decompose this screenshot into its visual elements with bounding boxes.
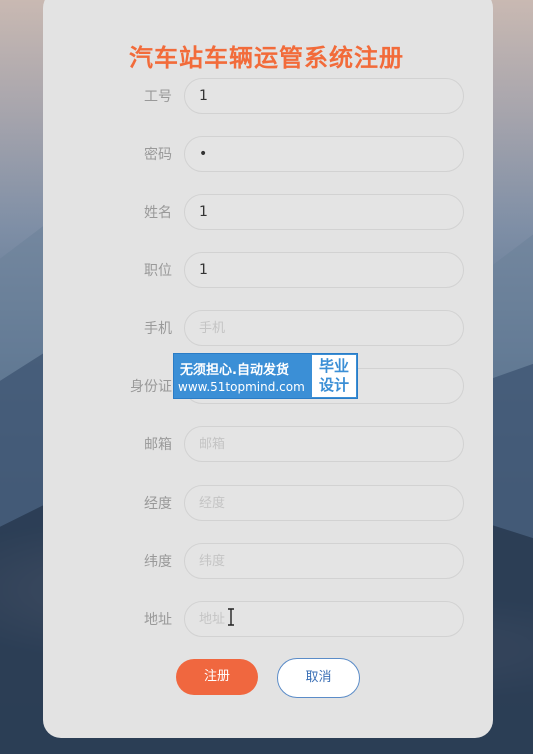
field-row-name: 姓名 [0, 194, 533, 232]
register-button[interactable]: 注册 [176, 659, 258, 695]
name-label: 姓名 [144, 205, 172, 221]
page-title: 汽车站车辆运管系统注册 [129, 44, 404, 72]
longitude-label: 经度 [144, 496, 172, 512]
job-number-input[interactable] [184, 78, 464, 114]
longitude-input[interactable] [184, 485, 464, 521]
field-row-password: 密码 [0, 136, 533, 174]
position-label: 职位 [144, 263, 172, 279]
job-number-label: 工号 [144, 89, 172, 105]
position-input[interactable] [184, 252, 464, 288]
field-row-email: 邮箱 [0, 426, 533, 464]
field-row-address: 地址 [0, 601, 533, 639]
cancel-button[interactable]: 取消 [277, 658, 360, 698]
field-row-job-number: 工号 [0, 78, 533, 116]
field-row-latitude: 纬度 [0, 543, 533, 581]
field-row-phone: 手机 [0, 310, 533, 348]
phone-input[interactable] [184, 310, 464, 346]
watermark-badge-bottom: 设计 [318, 376, 349, 394]
watermark-slogan: 无须担心.自动发货 [180, 363, 289, 378]
password-label: 密码 [144, 147, 172, 163]
watermark-url: www.51topmind.com [178, 380, 305, 394]
watermark-banner: 无须担心.自动发货 www.51topmind.com 毕业 设计 [173, 353, 358, 399]
watermark-badge-top: 毕业 [318, 357, 349, 375]
field-row-longitude: 经度 [0, 485, 533, 523]
latitude-input[interactable] [184, 543, 464, 579]
email-label: 邮箱 [144, 437, 172, 453]
name-input[interactable] [184, 194, 464, 230]
id-card-label: 身份证 [130, 379, 172, 395]
phone-label: 手机 [144, 321, 172, 337]
text-cursor-icon [228, 608, 234, 626]
field-row-position: 职位 [0, 252, 533, 290]
address-label: 地址 [144, 612, 172, 628]
watermark-badge: 毕业 设计 [312, 355, 356, 397]
email-input[interactable] [184, 426, 464, 462]
password-input[interactable] [184, 136, 464, 172]
latitude-label: 纬度 [144, 554, 172, 570]
